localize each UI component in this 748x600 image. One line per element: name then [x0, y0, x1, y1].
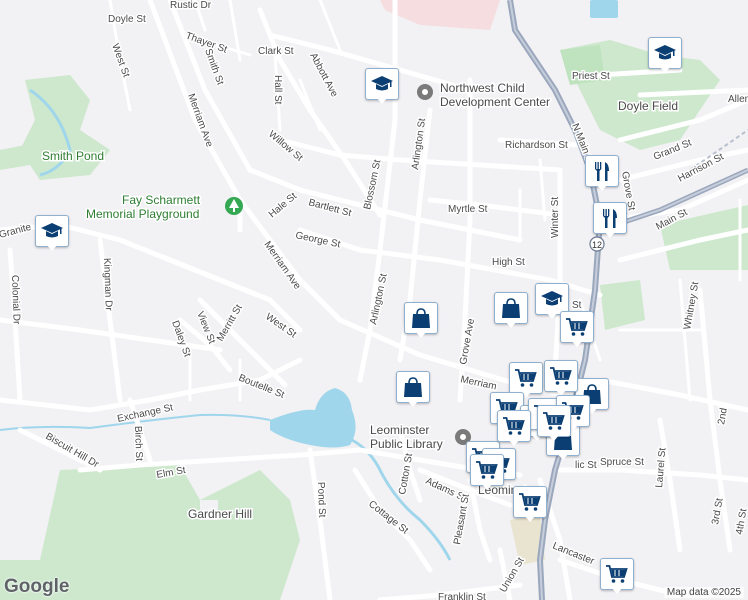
- route-12-label: 12: [592, 240, 602, 250]
- street-label: Hall St: [272, 75, 283, 105]
- street-label: Granite: [0, 222, 33, 241]
- map-marker[interactable]: [404, 302, 438, 338]
- street-label: Kingman Dr: [101, 258, 114, 312]
- street-label: Spruce St: [600, 457, 644, 468]
- shopping-cart-icon: [502, 414, 526, 438]
- street-label: 3rd St: [710, 497, 726, 525]
- map-attribution[interactable]: Map data ©2025: [663, 587, 744, 598]
- street-label: Franklin St: [438, 592, 486, 600]
- street-label: Whitney St: [682, 281, 701, 331]
- google-logo: Google: [4, 576, 70, 597]
- map-marker[interactable]: [365, 68, 399, 104]
- street-label: George St: [294, 230, 341, 250]
- map-marker[interactable]: [648, 37, 682, 73]
- map-marker[interactable]: [396, 371, 430, 407]
- map-marker[interactable]: [593, 202, 627, 238]
- restaurant-icon: [590, 159, 614, 183]
- map-marker[interactable]: [537, 405, 571, 441]
- school-icon: [653, 41, 677, 65]
- street-label: High St: [492, 257, 525, 268]
- place-label: Smith Pond: [42, 149, 104, 163]
- shopping-cart-icon: [565, 315, 589, 339]
- shopping-cart-icon: [475, 458, 499, 482]
- map-marker[interactable]: [600, 558, 634, 594]
- street-label: Laurel St: [654, 447, 668, 488]
- street-label: Doyle St: [108, 14, 146, 25]
- school-icon: [370, 72, 394, 96]
- restaurant-icon: [598, 206, 622, 230]
- street-label: Myrtle St: [448, 204, 488, 215]
- shopping-bag-icon: [401, 375, 425, 399]
- map-canvas[interactable]: 12 Doyle St Rustic Dr Thayer St West St …: [0, 0, 748, 600]
- street-label: Abbott Ave: [307, 51, 340, 99]
- place-label: Doyle Field: [618, 99, 678, 113]
- street-label: Richardson St: [505, 140, 568, 151]
- map-marker[interactable]: [35, 215, 69, 251]
- place-label: Memorial Playground: [86, 207, 199, 221]
- street-label: lic St: [575, 460, 597, 471]
- street-label: West St: [109, 42, 131, 79]
- school-icon: [40, 219, 64, 243]
- street-label: Merriam Ave: [262, 239, 303, 291]
- street-label: Clark St: [258, 46, 294, 57]
- street-label: Blossom St: [362, 159, 383, 211]
- street-label: Harrison St: [676, 151, 726, 184]
- place-label: Northwest Child: [440, 81, 525, 95]
- street-label: Birch St: [132, 426, 144, 462]
- map-marker[interactable]: [497, 410, 531, 446]
- street-label: Pond St: [315, 482, 327, 518]
- street-label: 2nd: [716, 407, 730, 425]
- street-label: Winter St: [550, 197, 561, 238]
- street-label: Colonial Dr: [9, 275, 22, 325]
- map-marker[interactable]: [560, 311, 594, 347]
- map-marker[interactable]: [544, 360, 578, 396]
- map-marker[interactable]: [585, 155, 619, 191]
- place-label: Leominster: [370, 423, 429, 437]
- map-marker[interactable]: [470, 454, 504, 490]
- street-label: Pleasant St: [452, 493, 472, 545]
- school-icon: [540, 287, 564, 311]
- shopping-cart-icon: [549, 364, 573, 388]
- place-label: Gardner Hill: [188, 507, 252, 521]
- place-label: Public Library: [370, 437, 443, 451]
- shopping-cart-icon: [514, 366, 538, 390]
- street-label: Priest St: [572, 71, 610, 82]
- street-label: Hale St: [267, 191, 299, 221]
- place-label: Fay Scharmett: [122, 193, 201, 207]
- street-label: Allen: [728, 94, 748, 105]
- street-label: Biscuit Hill Dr: [44, 431, 102, 471]
- street-label: Rustic Dr: [170, 0, 212, 11]
- shopping-cart-icon: [518, 490, 542, 514]
- shopping-cart-icon: [605, 562, 629, 586]
- street-label: St: [572, 300, 582, 311]
- map-marker[interactable]: [494, 292, 528, 328]
- place-label: Development Center: [440, 95, 550, 109]
- map-marker[interactable]: [513, 486, 547, 522]
- shopping-cart-icon: [542, 409, 566, 433]
- shopping-bag-icon: [409, 306, 433, 330]
- street-label: Grove Ave: [458, 317, 477, 365]
- street-label: 4th St: [734, 508, 748, 536]
- shopping-bag-icon: [499, 296, 523, 320]
